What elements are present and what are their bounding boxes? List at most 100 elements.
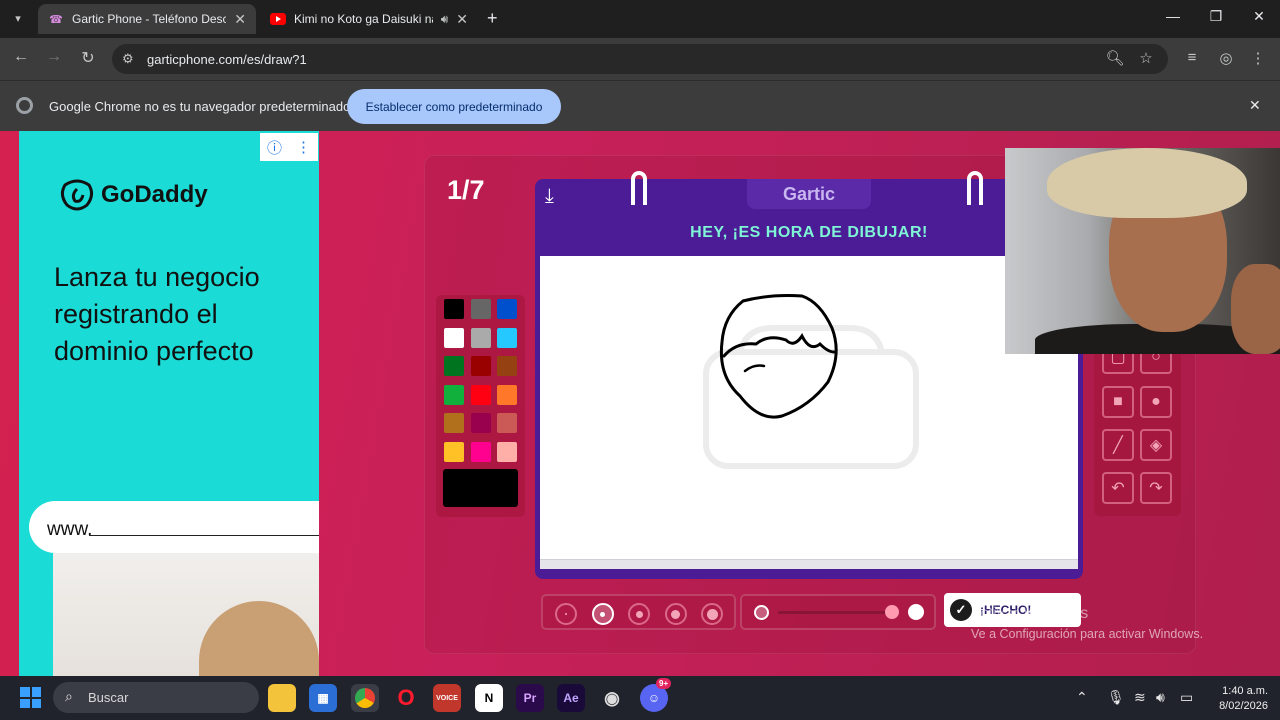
show-hidden-icons-icon[interactable]: ⌃	[1076, 689, 1088, 706]
close-icon[interactable]: ✕	[234, 11, 246, 28]
webcam-hat	[1047, 148, 1247, 218]
notion-icon[interactable]: N	[475, 684, 503, 712]
battery-icon[interactable]: ▭	[1180, 689, 1193, 706]
binder-ring-left	[631, 171, 647, 205]
color-swatch[interactable]	[470, 356, 491, 376]
activation-watermark-title: Activar Windows	[970, 605, 1089, 622]
wifi-icon[interactable]: ≋	[1134, 689, 1146, 706]
windows-taskbar: ⌕ Buscar ▦ O VOICE N Pr Ae ◉ ☺ 9+ ⌃ 🎙︎ ≋…	[0, 676, 1280, 720]
opera-icon[interactable]: O	[392, 684, 420, 712]
browser-toolbar: ← → ↻ ⚙︎ garticphone.com/es/draw?1 🔍︎ ☆ …	[0, 38, 1280, 80]
undo-tool[interactable]: ↶	[1102, 472, 1134, 504]
line-tool[interactable]: ╱	[1102, 429, 1134, 461]
volume-icon[interactable]: 🔊︎	[1156, 689, 1165, 706]
color-swatch[interactable]	[444, 441, 464, 462]
maximize-button[interactable]: ❐	[1196, 8, 1236, 25]
color-swatch[interactable]	[470, 299, 491, 319]
reload-button[interactable]: ↻	[76, 48, 100, 68]
color-swatch[interactable]	[497, 299, 517, 319]
color-swatch[interactable]	[497, 441, 517, 462]
close-window-button[interactable]: ✕	[1239, 8, 1279, 25]
url-prefix: www.	[47, 519, 93, 540]
color-swatch[interactable]	[497, 384, 517, 405]
microphone-icon[interactable]: 🎙︎	[1107, 689, 1125, 706]
default-browser-infobar: Google Chrome no es tu navegador predete…	[0, 80, 1280, 131]
brush-size-option[interactable]	[701, 603, 723, 625]
notification-badge: 9+	[656, 678, 672, 689]
discord-icon[interactable]: ☺ 9+	[640, 678, 672, 712]
color-swatch[interactable]	[444, 356, 464, 376]
check-icon: ✓	[950, 599, 972, 621]
profile-icon[interactable]: ◎	[1215, 49, 1237, 67]
media-control-icon[interactable]: ≡	[1181, 49, 1203, 66]
brush-size-option[interactable]	[591, 603, 614, 625]
color-swatch[interactable]	[444, 327, 464, 348]
tab-search-button[interactable]: ▾	[8, 9, 28, 29]
ad-menu-icon[interactable]: ⋮	[296, 138, 311, 156]
menu-icon[interactable]: ⋮	[1247, 49, 1269, 67]
forward-button[interactable]: →	[42, 48, 66, 66]
round-counter: 1/7	[447, 175, 485, 205]
search-icon: ⌕	[65, 688, 73, 704]
bookmark-star-icon[interactable]: ☆	[1135, 49, 1157, 67]
new-tab-button[interactable]: +	[487, 8, 498, 29]
color-swatch[interactable]	[497, 413, 517, 433]
slider-thumb[interactable]	[885, 605, 899, 619]
back-button[interactable]: ←	[9, 48, 33, 66]
redo-tool[interactable]: ↷	[1140, 472, 1172, 504]
chrome-icon[interactable]	[351, 684, 379, 712]
minimize-button[interactable]: —	[1153, 8, 1193, 24]
color-swatch[interactable]	[444, 413, 464, 433]
address-bar[interactable]: ⚙︎ garticphone.com/es/draw?1	[112, 44, 1168, 74]
tab-youtube[interactable]: Kimi no Koto ga Daisuki na 🔊︎ ✕	[260, 4, 478, 34]
ad-info[interactable]: ⓘ ⋮	[260, 133, 318, 161]
zoom-icon[interactable]: 🔍︎	[1104, 49, 1126, 67]
color-swatch[interactable]	[497, 327, 517, 348]
brush-size-option[interactable]	[664, 603, 687, 625]
opacity-slider[interactable]	[740, 594, 936, 630]
fill-bucket-tool[interactable]: ◈	[1140, 429, 1172, 461]
color-swatch[interactable]	[470, 441, 491, 462]
brush-size-option[interactable]	[628, 603, 650, 625]
drawing-canvas[interactable]	[540, 256, 1078, 559]
taskbar-search[interactable]: ⌕ Buscar	[53, 682, 259, 713]
color-swatch[interactable]	[444, 384, 464, 405]
brand-name: GoDaddy	[101, 181, 208, 208]
set-default-button[interactable]: Establecer como predeterminado	[347, 89, 561, 124]
color-swatch[interactable]	[470, 327, 491, 348]
gartic-logo: Gartic	[747, 179, 871, 209]
file-explorer-icon[interactable]	[268, 684, 296, 712]
activation-watermark-subtitle: Ve a Configuración para activar Windows.	[971, 627, 1204, 641]
windows-start-icon[interactable]	[20, 687, 41, 708]
close-icon[interactable]: ✕	[1249, 97, 1261, 114]
color-swatch[interactable]	[497, 356, 517, 376]
chrome-icon	[16, 97, 33, 114]
color-swatch[interactable]	[470, 384, 491, 405]
tab-title: Kimi no Koto ga Daisuki na	[294, 12, 433, 26]
user-drawing	[719, 294, 838, 419]
search-placeholder: Buscar	[88, 690, 129, 705]
opacity-max-icon	[908, 604, 924, 620]
info-icon[interactable]: ⓘ	[267, 137, 282, 158]
download-icon[interactable]: ⤓	[545, 185, 554, 208]
store-icon[interactable]: ▦	[309, 684, 337, 712]
rectangle-fill-tool[interactable]: ■	[1102, 386, 1134, 418]
color-swatch[interactable]	[470, 413, 491, 433]
obs-icon[interactable]: ◉	[598, 684, 626, 712]
domain-search-input[interactable]: www.	[29, 501, 319, 553]
tab-gartic[interactable]: ☎ Gartic Phone - Teléfono Descon ✕	[38, 4, 256, 34]
current-color-swatch[interactable]	[443, 469, 518, 507]
speaker-icon[interactable]: 🔊︎	[441, 12, 449, 27]
godaddy-ad[interactable]: ⓘ ⋮ GoDaddy Lanza tu negocio registrando…	[19, 131, 319, 676]
opacity-min-icon	[754, 605, 769, 620]
after-effects-icon[interactable]: Ae	[557, 684, 585, 712]
ellipse-fill-tool[interactable]: ●	[1140, 386, 1172, 418]
system-clock[interactable]: 1:40 a.m. 8/02/2026	[1206, 684, 1268, 714]
site-info-icon[interactable]: ⚙︎	[122, 51, 134, 67]
voicemeeter-icon[interactable]: VOICE	[433, 684, 461, 712]
brush-size-option[interactable]	[555, 603, 577, 625]
close-icon[interactable]: ✕	[456, 11, 468, 28]
color-swatch[interactable]	[444, 299, 464, 319]
premiere-icon[interactable]: Pr	[516, 684, 544, 712]
slider-track[interactable]	[778, 611, 893, 614]
